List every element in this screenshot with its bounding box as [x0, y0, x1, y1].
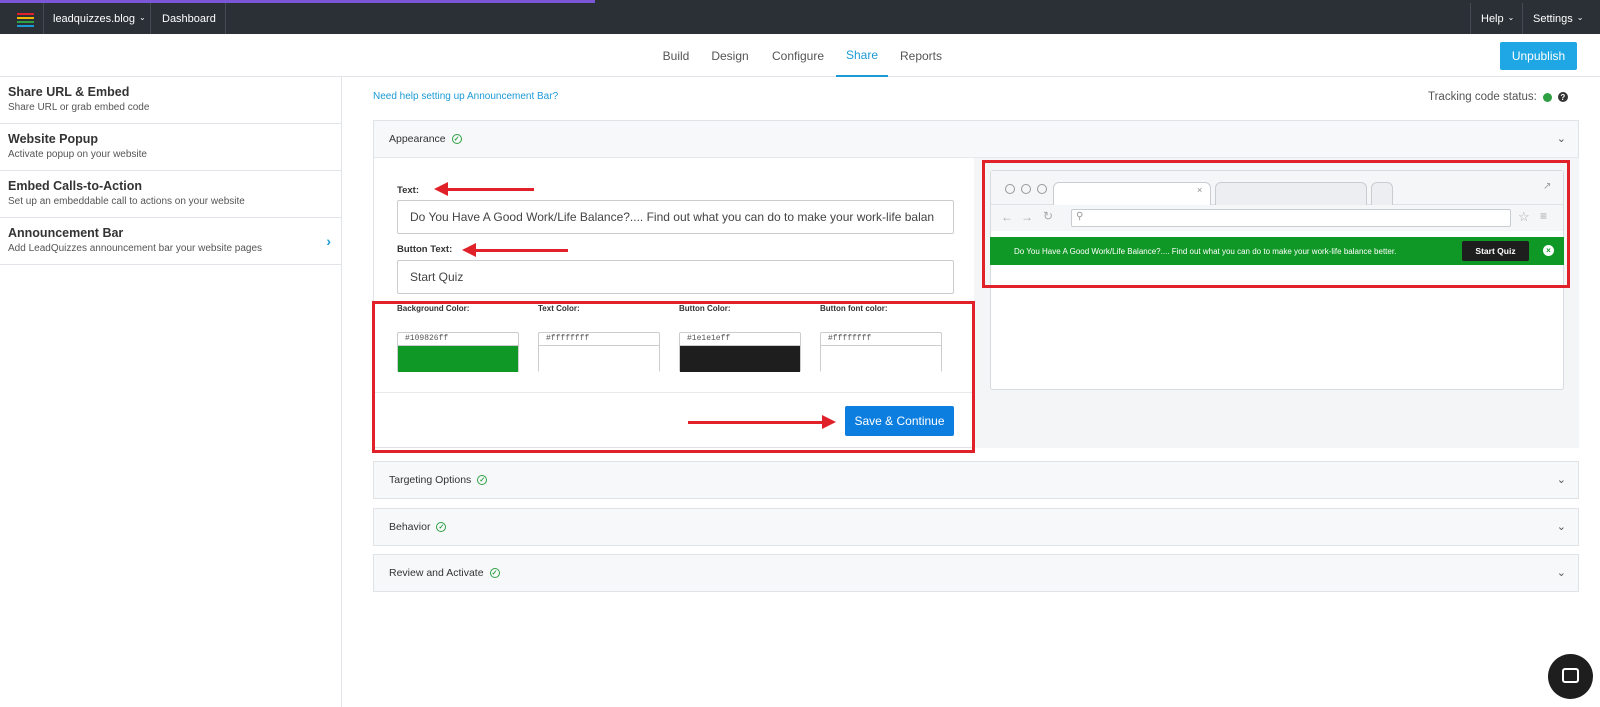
- check-circle-icon: ✓: [489, 568, 500, 578]
- review-panel: Review and Activate ✓ ⌄: [373, 554, 1579, 592]
- review-header[interactable]: Review and Activate ✓ ⌄: [374, 555, 1578, 591]
- sidebar-item-title: Embed Calls-to-Action: [8, 179, 143, 193]
- tab-design[interactable]: Design: [710, 34, 750, 77]
- annotation-box-preview: [982, 160, 1570, 288]
- help-link[interactable]: Need help setting up Announcement Bar?: [373, 91, 558, 102]
- chevron-down-icon: ⌄: [1576, 13, 1584, 22]
- sidebar-item-share-url[interactable]: Share URL & Embed Share URL or grab embe…: [0, 77, 341, 124]
- panel-title: Review and Activate: [389, 567, 484, 579]
- appearance-header[interactable]: Appearance ✓ ⌄: [374, 121, 1578, 157]
- behavior-panel: Behavior ✓ ⌄: [373, 508, 1579, 546]
- site-name: leadquizzes.blog: [53, 12, 135, 25]
- behavior-header[interactable]: Behavior ✓ ⌄: [374, 509, 1578, 545]
- sidebar-item-subtitle: Share URL or grab embed code: [8, 102, 150, 113]
- dashboard-label: Dashboard: [162, 12, 216, 25]
- chevron-right-icon: ›: [326, 233, 331, 249]
- check-circle-icon: ✓: [451, 134, 462, 144]
- chevron-down-icon: ⌄: [1556, 133, 1566, 145]
- section-nav: Build Design Configure Share Reports Unp…: [0, 34, 1600, 77]
- chevron-down-icon: ⌄: [1556, 474, 1566, 486]
- panel-title: Appearance: [389, 133, 446, 145]
- chevron-down-icon: ⌄: [1556, 521, 1566, 533]
- app-menu-icon[interactable]: [6, 3, 44, 34]
- top-bar: leadquizzes.blog ⌄ Dashboard Help ⌄ Sett…: [0, 0, 1600, 34]
- text-label: Text:: [397, 185, 419, 196]
- help-label: Help: [1481, 12, 1504, 25]
- tab-configure[interactable]: Configure: [770, 34, 826, 77]
- sidebar-item-announcement-bar[interactable]: Announcement Bar Add LeadQuizzes announc…: [0, 218, 341, 265]
- settings-label: Settings: [1533, 12, 1573, 25]
- chat-launcher-icon[interactable]: [1548, 654, 1593, 699]
- share-sidebar: Share URL & Embed Share URL or grab embe…: [0, 77, 342, 707]
- chevron-down-icon: ⌄: [1507, 13, 1515, 22]
- sidebar-item-title: Website Popup: [8, 132, 99, 146]
- check-circle-icon: ✓: [477, 475, 488, 485]
- panel-title: Targeting Options: [389, 474, 472, 486]
- button-text-label: Button Text:: [397, 244, 453, 255]
- annotation-arrow-icon: [462, 243, 568, 257]
- targeting-panel: Targeting Options ✓ ⌄: [373, 461, 1579, 499]
- annotation-box-colors: [372, 301, 975, 453]
- tracking-status: Tracking code status: ?: [1428, 91, 1568, 103]
- site-selector[interactable]: leadquizzes.blog ⌄: [44, 3, 151, 34]
- settings-menu[interactable]: Settings ⌄: [1522, 3, 1600, 34]
- tab-reports[interactable]: Reports: [898, 34, 944, 77]
- annotation-arrow-icon: [688, 415, 836, 429]
- sidebar-item-embed-cta[interactable]: Embed Calls-to-Action Set up an embeddab…: [0, 171, 341, 218]
- targeting-header[interactable]: Targeting Options ✓ ⌄: [374, 462, 1578, 498]
- help-menu[interactable]: Help ⌄: [1470, 3, 1522, 34]
- dashboard-link[interactable]: Dashboard: [151, 3, 226, 34]
- unpublish-button[interactable]: Unpublish: [1500, 42, 1577, 70]
- tracking-label: Tracking code status:: [1428, 91, 1537, 103]
- status-dot-icon: [1542, 92, 1552, 102]
- panel-title: Behavior: [389, 521, 431, 533]
- sidebar-item-subtitle: Activate popup on your website: [8, 149, 147, 160]
- sidebar-item-website-popup[interactable]: Website Popup Activate popup on your web…: [0, 124, 341, 171]
- sidebar-item-subtitle: Add LeadQuizzes announcement bar your we…: [8, 243, 263, 254]
- text-input[interactable]: Do You Have A Good Work/Life Balance?...…: [397, 200, 954, 234]
- tab-share[interactable]: Share: [836, 34, 888, 77]
- chat-bubble-icon: [1562, 668, 1579, 683]
- chevron-down-icon: ⌄: [138, 13, 146, 22]
- check-circle-icon: ✓: [436, 522, 447, 532]
- annotation-arrow-icon: [434, 182, 534, 196]
- tab-build[interactable]: Build: [660, 34, 692, 77]
- sidebar-item-title: Announcement Bar: [8, 226, 124, 240]
- sidebar-item-title: Share URL & Embed: [8, 85, 130, 99]
- question-icon[interactable]: ?: [1557, 92, 1568, 102]
- sidebar-item-subtitle: Set up an embeddable call to actions on …: [8, 196, 245, 207]
- chevron-down-icon: ⌄: [1556, 567, 1566, 579]
- button-text-input[interactable]: Start Quiz: [397, 260, 954, 294]
